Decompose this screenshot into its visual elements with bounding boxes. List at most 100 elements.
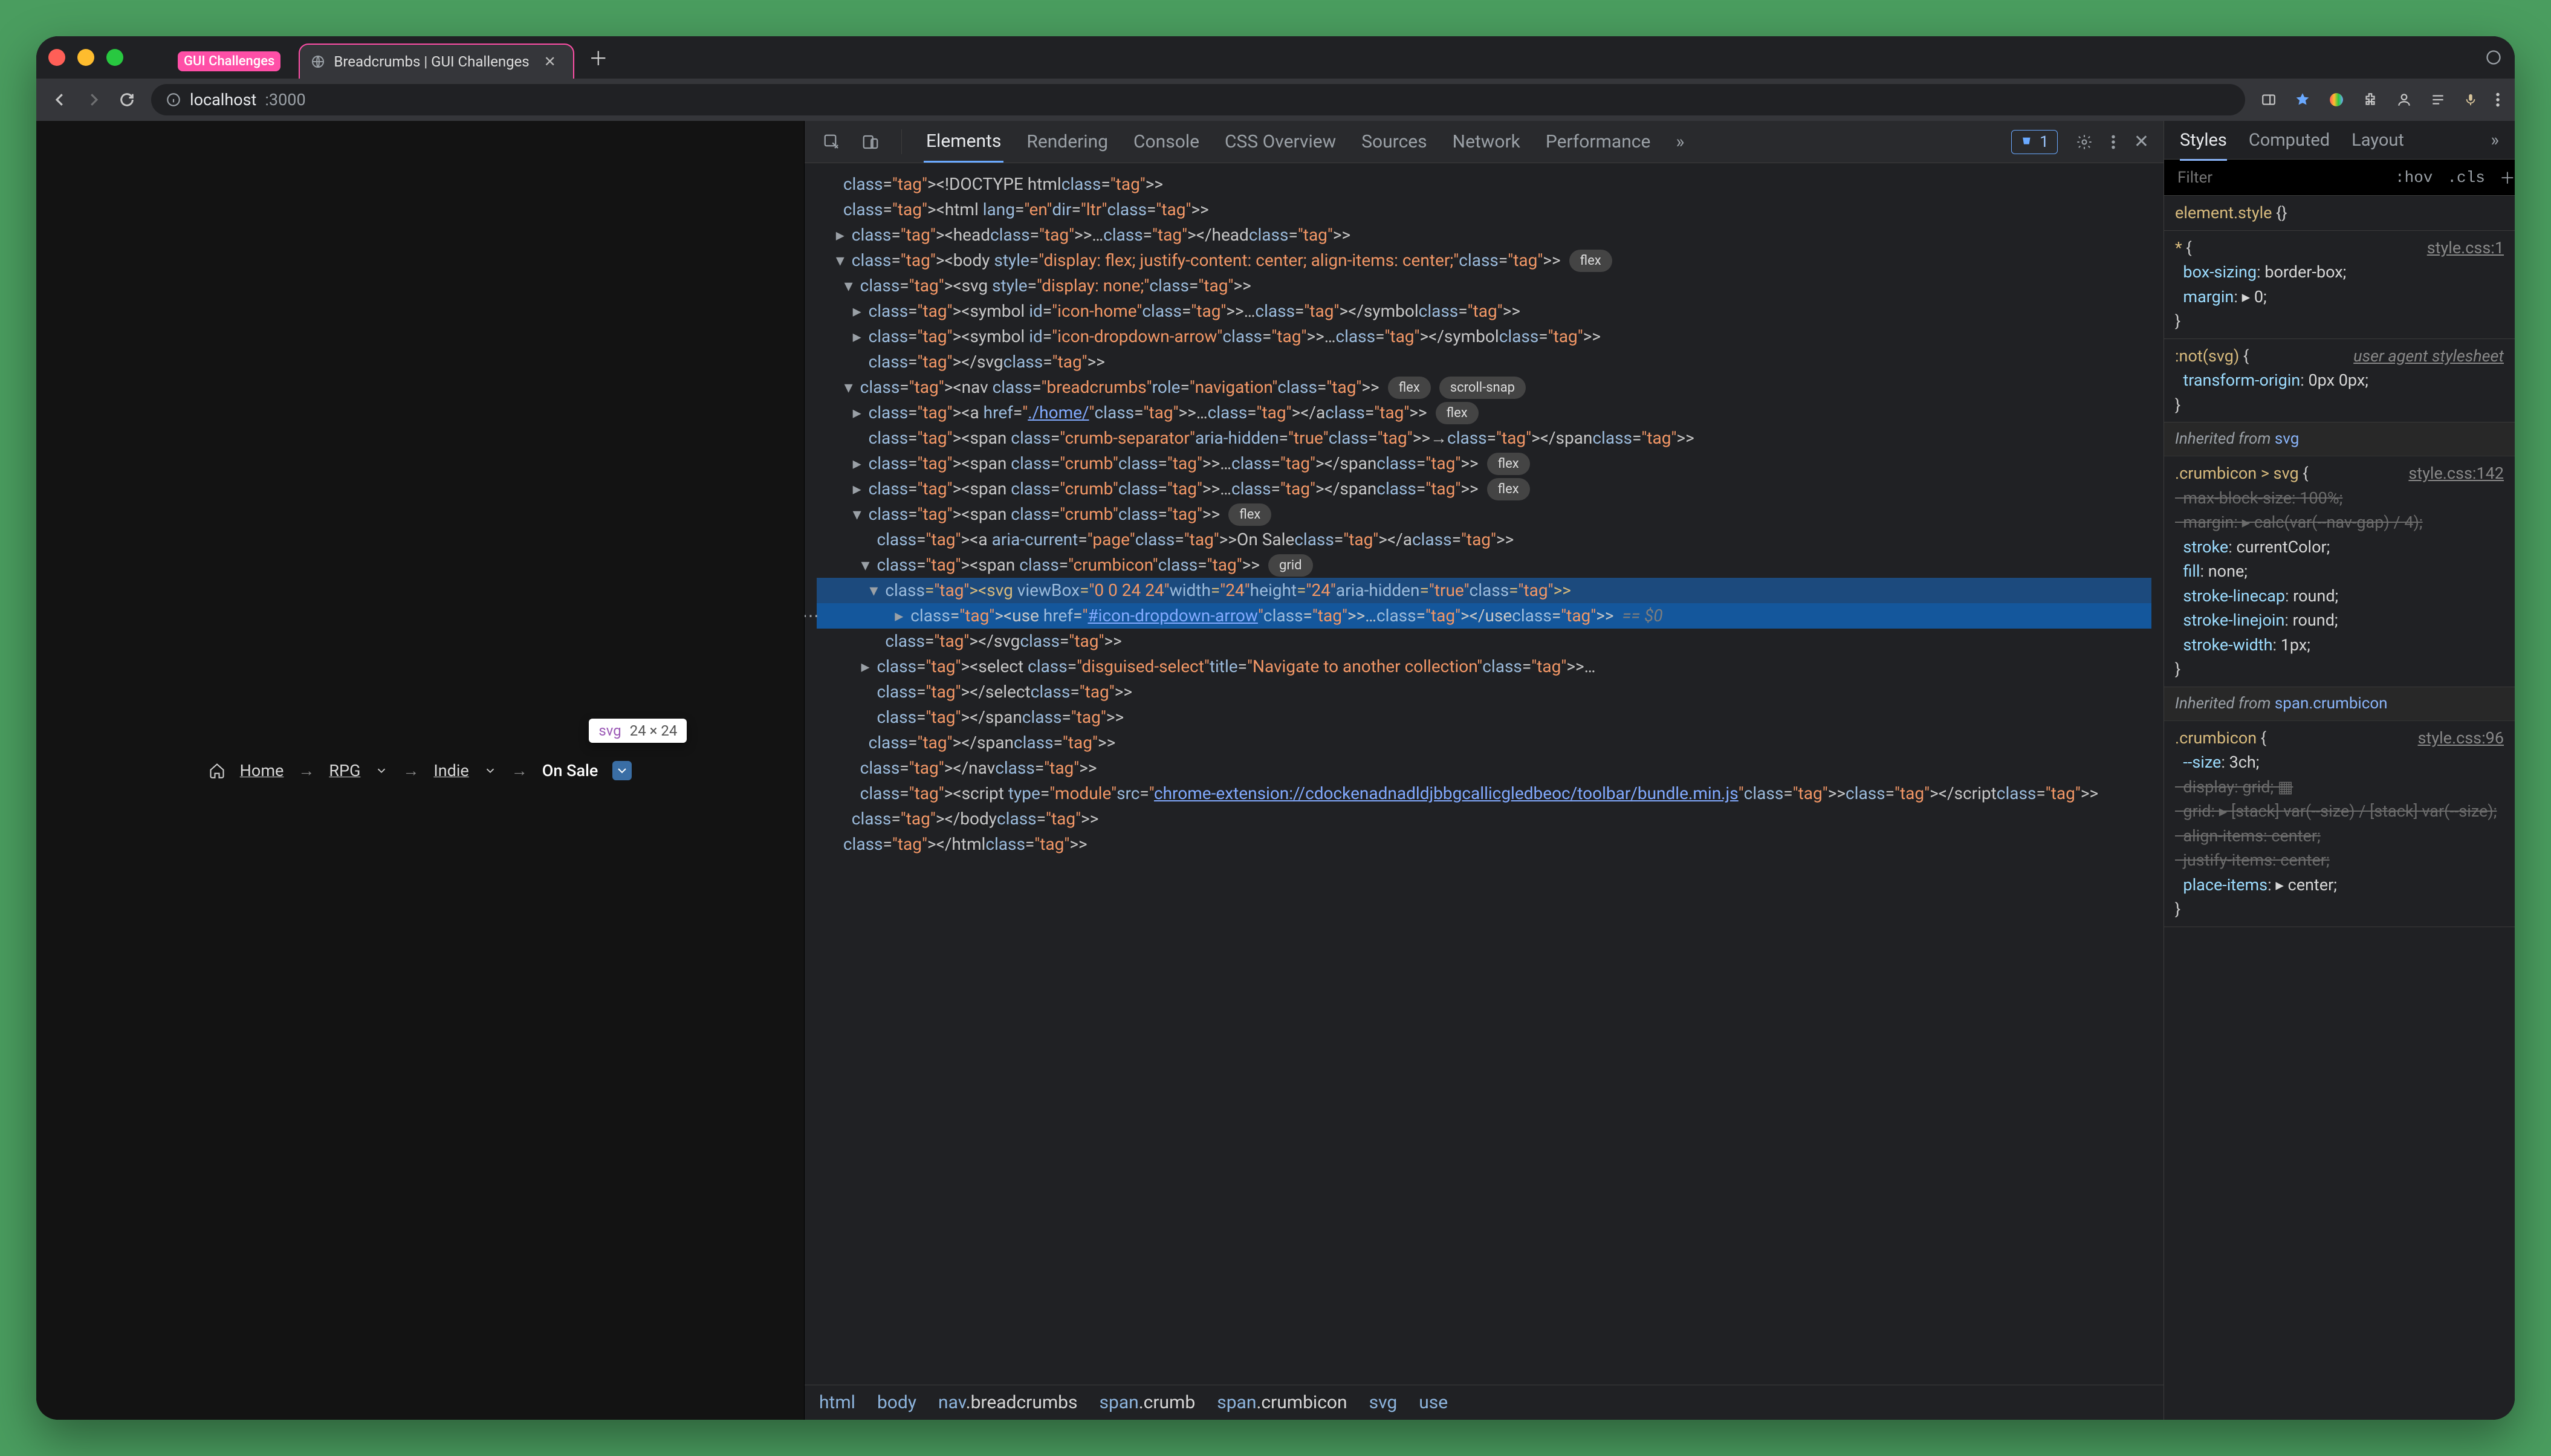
tab-breadcrumbs[interactable]: Breadcrumbs | GUI Challenges ✕ [299,44,574,79]
extensions-icon[interactable] [2362,92,2378,108]
separator-icon: → [403,761,419,780]
breadcrumb-home-link[interactable]: Home [240,761,284,780]
device-toolbar-icon[interactable] [861,133,880,151]
path-segment[interactable]: svg [1369,1392,1398,1413]
devtools-tab-rendering[interactable]: Rendering [1024,121,1110,163]
dom-line[interactable]: class="tag"></htmlclass="tag">> [817,832,2151,857]
styles-rules[interactable]: element.style {}style.css:1* { box-sizin… [2164,196,2515,1420]
dom-line[interactable]: ▸class="tag"><span class="crumb"class="t… [817,451,2151,476]
breadcrumb-current: On Sale [542,761,598,780]
dom-line[interactable]: class="tag"><span class="crumb-separator… [817,425,2151,451]
close-devtools-icon[interactable]: ✕ [2134,131,2149,152]
dom-line[interactable]: class="tag"><a aria-current="page"class=… [817,527,2151,552]
style-rule[interactable]: user agent stylesheet:not(svg) { transfo… [2164,339,2515,423]
more-tabs-icon[interactable]: » [1676,131,1684,152]
dom-line[interactable]: class="tag"></bodyclass="tag">> [817,806,2151,832]
chevron-down-icon[interactable] [375,764,388,777]
issues-count: 1 [2040,133,2049,151]
styles-filter-input[interactable] [2176,168,2381,187]
dom-line[interactable]: class="tag"><script type="module" src="c… [817,781,2151,806]
add-rule-icon[interactable]: ＋ [2500,166,2515,189]
path-segment[interactable]: body [877,1392,916,1413]
dom-line[interactable]: class="tag"><!DOCTYPE htmlclass="tag">> [817,172,2151,197]
dom-line[interactable]: ▸class="tag"><symbol id="icon-home"class… [817,299,2151,324]
tab-gui-challenges[interactable]: GUI Challenges [166,44,299,79]
dom-line[interactable]: ▾class="tag"><svg viewBox="0 0 24 24" wi… [817,578,2151,603]
style-rule[interactable]: style.css:142.crumbicon > svg { max-bloc… [2164,456,2515,687]
styles-tab-computed[interactable]: Computed [2249,130,2330,150]
dom-line[interactable]: class="tag"></svgclass="tag">> [817,629,2151,654]
mic-icon[interactable] [2464,92,2477,108]
tab-badge: GUI Challenges [178,51,280,71]
style-rule[interactable]: element.style {} [2164,196,2515,231]
dom-breadcrumb-path[interactable]: html body nav.breadcrumbs span.crumb span.cr… [805,1385,2164,1420]
close-window-button[interactable] [48,49,65,66]
dom-tree[interactable]: class="tag"><!DOCTYPE htmlclass="tag">> … [805,163,2164,1385]
styles-tab-layout[interactable]: Layout [2352,130,2404,150]
path-segment[interactable]: span.crumbicon [1217,1392,1347,1413]
bookmark-star-icon[interactable] [2295,92,2310,108]
path-segment[interactable]: html [819,1392,855,1413]
dom-line[interactable]: class="tag"><html lang="en" dir="ltr"cla… [817,197,2151,222]
devtools-tab-css-overview[interactable]: CSS Overview [1222,121,1338,163]
inherited-from-label: Inherited from span.crumbicon [2164,687,2515,721]
dom-line[interactable]: class="tag"></spanclass="tag">> [817,730,2151,756]
devtools-tab-elements[interactable]: Elements [924,121,1003,163]
path-segment[interactable]: span.crumb [1100,1392,1196,1413]
issues-chip[interactable]: 1 [2011,130,2058,154]
gear-icon[interactable] [2076,134,2093,150]
dom-line[interactable]: class="tag"></selectclass="tag">> [817,679,2151,705]
color-wheel-icon[interactable] [2329,92,2344,108]
dom-line[interactable]: ▸class="tag"><select class="disguised-se… [817,654,2151,679]
dom-line[interactable]: ▸class="tag"><headclass="tag">>…class="t… [817,222,2151,248]
dom-line[interactable]: ▸class="tag"><span class="crumb"class="t… [817,476,2151,502]
path-segment[interactable]: use [1419,1392,1448,1413]
back-button[interactable] [51,91,69,109]
site-info-icon[interactable] [166,92,181,108]
dom-line[interactable]: ▾class="tag"><body style="display: flex;… [817,248,2151,273]
style-rule[interactable]: style.css:96.crumbicon { --size: 3ch; di… [2164,721,2515,927]
profile-icon[interactable] [2396,92,2412,108]
browser-window: GUI Challenges Breadcrumbs | GUI Challen… [36,36,2515,1420]
dom-line[interactable]: ⋯ ▸class="tag"><use href="#icon-dropdown… [817,603,2151,629]
new-tab-button[interactable]: ＋ [589,44,608,71]
styles-tab-styles[interactable]: Styles [2180,130,2227,161]
cls-toggle[interactable]: .cls [2447,169,2485,187]
breadcrumb-link-indie[interactable]: Indie [433,761,468,780]
dom-line[interactable]: ▾class="tag"><span class="crumbicon"clas… [817,552,2151,578]
dom-line[interactable]: ▸class="tag"><a href="./home/"class="tag… [817,400,2151,425]
minimize-window-button[interactable] [77,49,94,66]
devtools-tab-performance[interactable]: Performance [1543,121,1653,163]
hov-toggle[interactable]: :hov [2395,169,2433,187]
inspect-element-icon[interactable] [823,133,841,151]
breadcrumb-link-rpg[interactable]: RPG [329,761,360,780]
devtools-tab-network[interactable]: Network [1450,121,1523,163]
close-tab-icon[interactable]: ✕ [544,53,556,70]
dom-line[interactable]: class="tag"></spanclass="tag">> [817,705,2151,730]
forward-button[interactable] [85,91,103,109]
address-bar[interactable]: localhost:3000 [151,84,2245,115]
chevron-down-highlighted-icon[interactable] [612,761,632,780]
dom-line[interactable]: ▸class="tag"><symbol id="icon-dropdown-a… [817,324,2151,349]
media-control-icon[interactable] [2485,48,2503,66]
panel-icon[interactable] [2261,92,2277,108]
chevron-down-icon[interactable] [484,764,497,777]
devtools-tab-sources[interactable]: Sources [1359,121,1429,163]
reload-button[interactable] [118,91,135,108]
style-rule[interactable]: style.css:1* { box-sizing: border-box; m… [2164,231,2515,339]
dom-line[interactable]: ▾class="tag"><svg style="display: none;"… [817,273,2151,299]
reading-list-icon[interactable] [2430,92,2446,108]
elements-panel: Elements Rendering Console CSS Overview Sour… [805,121,2164,1420]
more-menu-icon[interactable] [2495,92,2500,108]
dom-line[interactable]: class="tag"></svgclass="tag">> [817,349,2151,375]
home-icon [209,762,225,779]
dom-line[interactable]: ▾class="tag"><nav class="breadcrumbs" ro… [817,375,2151,400]
path-segment[interactable]: nav.breadcrumbs [938,1392,1077,1413]
dom-line[interactable]: class="tag"></navclass="tag">> [817,756,2151,781]
styles-panel: Styles Computed Layout » :hov .cls ＋ elemen… [2164,121,2515,1420]
devtools-tab-console[interactable]: Console [1131,121,1202,163]
dom-line[interactable]: ▾class="tag"><span class="crumb"class="t… [817,502,2151,527]
maximize-window-button[interactable] [106,49,123,66]
more-styles-tabs-icon[interactable]: » [2491,130,2499,150]
kebab-menu-icon[interactable] [2111,134,2116,150]
